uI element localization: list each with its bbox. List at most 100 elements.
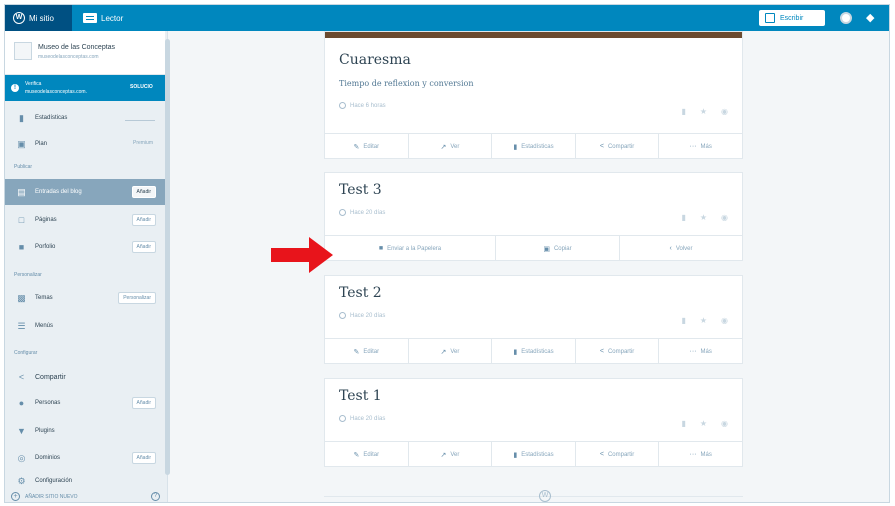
sidebar-item-portfolio[interactable]: ■ Porfolio Añadir [5,234,165,260]
my-site-button[interactable]: W Mi sitio [5,5,72,31]
back-button[interactable]: ‹ Volver [620,236,742,261]
post-date: Hace 20 días [339,415,385,422]
eye-icon[interactable]: ◉ [721,419,728,428]
sidebar: Museo de las Conceptas museodelasconcept… [5,31,168,502]
ellipsis-icon: ··· [689,143,697,150]
verify-fix-button[interactable]: SOLUCIO [130,84,153,90]
add-page-button[interactable]: Añadir [131,214,156,226]
sidebar-item-people[interactable]: ● Personas Añadir [5,390,165,416]
themes-icon: ▩ [17,292,26,303]
alert-icon: ! [11,84,19,92]
share-label: Compartir [607,348,635,355]
reader-button[interactable]: Lector [79,5,123,31]
featured-image [325,32,742,38]
add-domain-button[interactable]: Añadir [131,452,156,464]
post-meta-icons: ▮ ★ ◉ [681,419,728,428]
back-label: Volver [675,245,693,252]
more-button[interactable]: ··· Más [659,442,742,467]
sidebar-item-label: Plan [35,141,48,147]
current-site-card[interactable]: Museo de las Conceptas museodelasconcept… [5,31,165,75]
sidebar-item-menus[interactable]: ☰ Menús [5,313,165,339]
star-icon[interactable]: ★ [700,316,707,325]
post-date-text: Hace 20 días [350,415,386,422]
post-title[interactable]: Test 1 [339,388,382,404]
comment-icon[interactable]: ▮ [681,316,685,325]
edit-button[interactable]: ✎ Editar [325,442,409,467]
sidebar-item-plan[interactable]: ▣ Plan Premium [5,131,165,157]
write-button[interactable]: Escribir [759,10,825,26]
more-label: Más [700,143,712,150]
share-button[interactable]: < Compartir [576,134,660,159]
people-icon: ● [18,398,25,408]
red-arrow-icon [271,237,333,273]
comment-icon[interactable]: ▮ [681,419,685,428]
comment-icon[interactable]: ▮ [681,213,685,222]
post-meta-icons: ▮ ★ ◉ [681,213,728,222]
section-heading-publish: Publicar [14,164,33,170]
sidebar-item-label: Configuración [35,478,73,484]
share-button[interactable]: < Compartir [576,339,660,364]
stats-button[interactable]: ▮ Estadísticas [492,442,576,467]
share-icon: < [599,451,604,458]
external-link-icon: ↗ [440,143,447,151]
star-icon[interactable]: ★ [700,107,707,116]
stats-icon: ▮ [513,143,518,151]
sidebar-item-label: Estadísticas [35,115,68,121]
sidebar-item-pages[interactable]: □ Páginas Añadir [5,207,165,233]
eye-icon[interactable]: ◉ [721,213,728,222]
edit-button[interactable]: ✎ Editar [325,339,409,364]
post-date-text: Hace 20 días [350,312,386,319]
sidebar-item-stats[interactable]: ▮ Estadísticas [5,105,165,131]
pages-icon: □ [18,215,25,225]
avatar-icon[interactable] [840,12,852,24]
plugins-icon: ▼ [17,426,26,436]
add-portfolio-button[interactable]: Añadir [131,241,156,253]
share-button[interactable]: < Compartir [576,442,660,467]
sidebar-item-share[interactable]: < Compartir [5,364,165,390]
comment-icon[interactable]: ▮ [681,107,685,116]
trash-button[interactable]: ■ Enviar a la Papelera [325,236,496,261]
notifications-icon[interactable]: ◆ [866,12,878,24]
view-button[interactable]: ↗ Ver [409,339,493,364]
copy-button[interactable]: ▣ Copiar [496,236,620,261]
view-button[interactable]: ↗ Ver [409,134,493,159]
star-icon[interactable]: ★ [700,213,707,222]
add-new-site-label: AÑADIR SITIO NUEVO [25,493,78,500]
post-date-text: Hace 20 días [350,209,386,216]
customize-button[interactable]: Personalizar [118,292,156,304]
post-card: Cuaresma Tiempo de reflexion y conversio… [324,31,743,159]
eye-icon[interactable]: ◉ [721,107,728,116]
stats-label: Estadísticas [521,348,554,355]
sidebar-item-blog-posts[interactable]: ▤ Entradas del blog Añadir [5,179,165,205]
more-label: Más [700,348,712,355]
sidebar-item-settings[interactable]: ⚙ Configuración [5,472,165,490]
clock-icon [339,312,346,319]
plan-badge: Premium [132,140,153,146]
post-title[interactable]: Cuaresma [339,52,411,68]
more-button[interactable]: ··· Más [659,339,742,364]
add-new-site-link[interactable]: + AÑADIR SITIO NUEVO ? [5,489,165,502]
help-icon[interactable]: ? [151,492,160,501]
pencil-icon: ✎ [353,143,360,151]
post-title[interactable]: Test 3 [339,182,382,198]
eye-icon[interactable]: ◉ [721,316,728,325]
view-button[interactable]: ↗ Ver [409,442,493,467]
edit-label: Editar [363,143,380,150]
post-card: Test 1 Hace 20 días ▮ ★ ◉ ✎ Editar ↗ Ver ▮… [324,378,743,467]
more-button[interactable]: ··· Más [659,134,742,159]
post-actions: ✎ Editar ↗ Ver ▮ Estadísticas < Compartir ··… [325,338,742,364]
sidebar-item-themes[interactable]: ▩ Temas Personalizar [5,285,165,311]
sidebar-item-domains[interactable]: ◎ Dominios Añadir [5,445,165,471]
wordpress-footer-icon: W [539,490,551,502]
stats-button[interactable]: ▮ Estadísticas [492,134,576,159]
wordpress-icon: W [13,12,25,24]
share-icon: < [18,372,25,382]
star-icon[interactable]: ★ [700,419,707,428]
add-person-button[interactable]: Añadir [131,397,156,409]
add-post-button[interactable]: Añadir [131,186,156,198]
stats-button[interactable]: ▮ Estadísticas [492,339,576,364]
edit-button[interactable]: ✎ Editar [325,134,409,159]
pencil-icon: ✎ [353,348,360,356]
post-title[interactable]: Test 2 [339,285,382,301]
sidebar-item-plugins[interactable]: ▼ Plugins [5,418,165,444]
